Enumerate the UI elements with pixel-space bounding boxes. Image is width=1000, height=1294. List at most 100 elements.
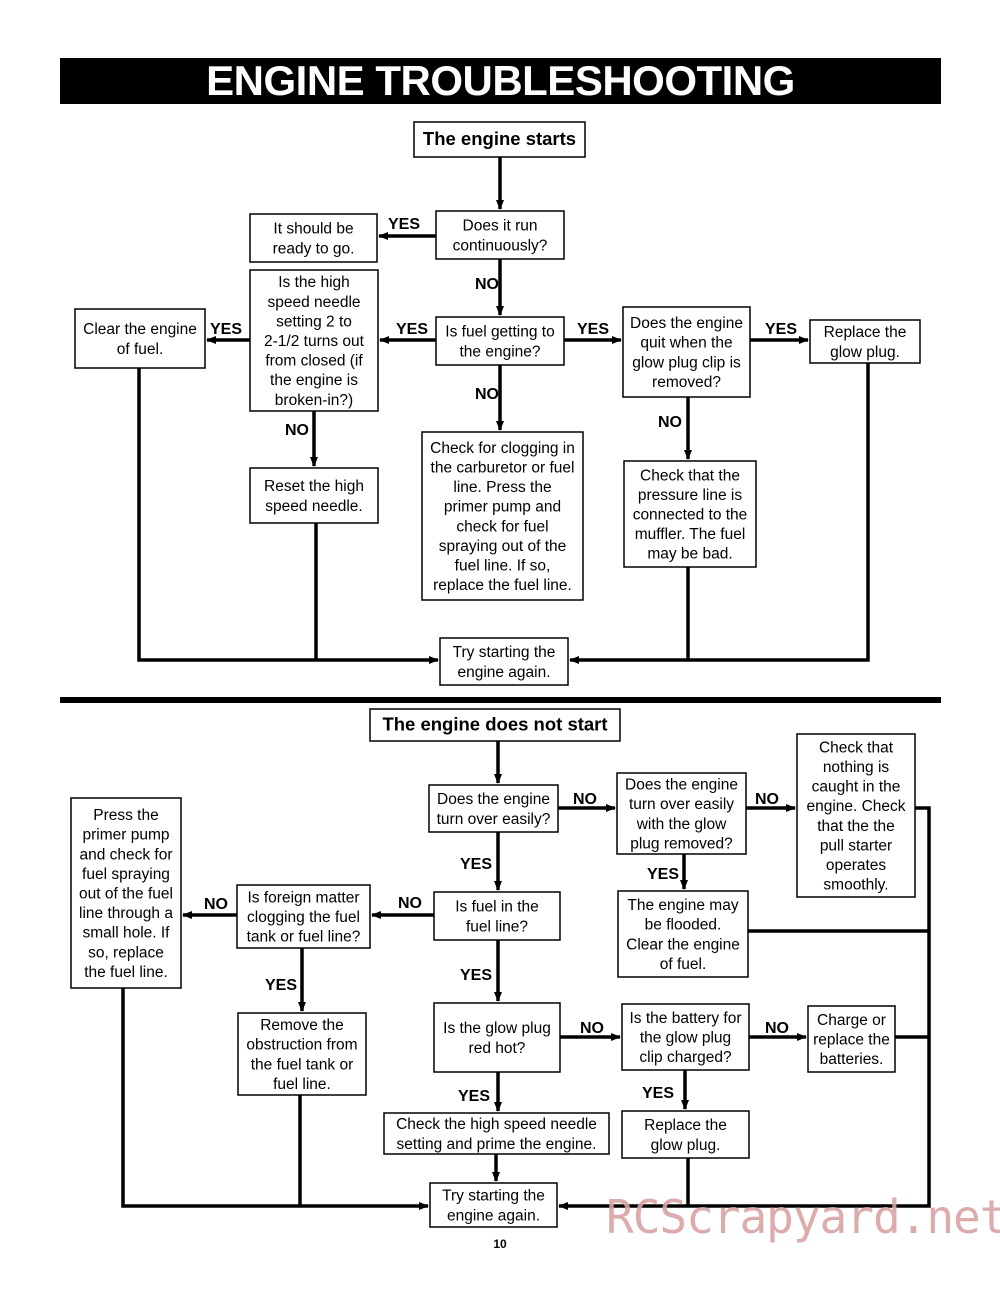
no-label: NO [475,276,499,293]
flow-box-text: Is fuel getting to [445,324,554,341]
watermark: RCScrapyard.net [606,1190,1000,1244]
flow-box: Replace the glow plug. [809,319,921,364]
flow-box-text: replace the [813,1031,890,1048]
flow-box-text: Does it run [463,218,538,235]
flow-box: Try starting the engine again. [429,1182,558,1228]
flowchart: The engine starts Does it run continuously… [70,121,931,1228]
yes-label: YES [765,321,797,338]
flow-box-text: operates [826,857,887,874]
flow-box-text: glow plug. [651,1137,721,1154]
flow-box-text: Check that the [640,467,740,484]
flow-box: Reset the high speed needle. [249,467,379,524]
flow-box-text: may be bad. [647,546,732,563]
flow-box-text: Is fuel in the [455,899,539,916]
flow-box-text: clip charged? [639,1049,732,1066]
flow-box-text: Charge or [817,1012,886,1029]
flow-box-text: engine. Check [806,798,905,815]
flow-box-text: The engine may [627,897,738,914]
flow-box-text: and check for [79,846,172,863]
flow-box-text: The engine starts [423,128,576,149]
no-label: NO [398,895,422,912]
flow-box-text: fuel line? [466,918,528,935]
flow-box-text: Try starting the [453,644,556,661]
flow-box-text: the fuel line. [84,964,168,981]
flow-box: Check the high speed needle setting and p… [383,1112,610,1155]
yes-label: YES [647,866,679,883]
flow-start-box: The engine does not start [369,708,621,742]
flow-box-text: removed? [652,374,721,391]
flow-box-text: fuel line. If so, [455,557,551,574]
flow-box-text: so, replace [88,944,164,961]
no-label: NO [204,896,228,913]
flow-box-text: plug removed? [630,835,733,852]
flow-box-text: The engine does not start [382,714,607,735]
no-label: NO [580,1020,604,1037]
flow-box-text: pressure line is [638,487,742,504]
flow-box-text: of fuel. [660,956,707,973]
yes-label: YES [265,977,297,994]
yes-label: YES [460,967,492,984]
no-label: NO [573,791,597,808]
flow-box-text: connected to the [633,506,748,523]
yes-label: YES [460,856,492,873]
flow-box-text: speed needle [267,294,360,311]
flow-box: The engine may be flooded. Clear the engin… [617,890,749,978]
flow-box: Does the engine turn over easily with the … [616,772,747,855]
flow-box-text: from closed (if [265,353,363,370]
no-label: NO [475,386,499,403]
flow-box-text: Does the engine [630,315,743,332]
flow-box: Is fuel in the fuel line? [433,891,561,941]
no-label: NO [285,422,309,439]
flow-box-text: caught in the [812,779,901,796]
yes-label: YES [388,216,420,233]
flow-box-text: Is the glow plug [443,1020,551,1037]
flow-box-text: Is foreign matter [248,889,360,906]
flow-box-text: clogging the fuel [247,909,360,926]
flow-box-text: primer pump and [444,499,561,516]
flow-box-text: speed needle. [265,498,362,515]
flow-box-text: Try starting the [442,1188,545,1205]
flow-box-text: engine again. [447,1207,540,1224]
flow-box-text: nothing is [823,759,890,776]
flow-box-text: Clear the engine [83,321,197,338]
flow-box: Charge or replace the batteries. [807,1005,896,1073]
flow-box-text: primer pump [83,827,170,844]
yes-label: YES [396,321,428,338]
flow-box-text: of fuel. [117,341,164,358]
flow-box: Check that nothing is caught in the engine.… [796,733,916,898]
flow-box-text: fuel line. [273,1076,331,1093]
flow-box-text: red hot? [469,1040,526,1057]
flow-box-text: out of the fuel [79,885,173,902]
flow-box: Check that the pressure line is connected … [623,460,757,568]
flow-box-text: Check that [819,739,894,756]
flow-box-text: Does the engine [437,791,550,808]
yes-label: YES [642,1085,674,1102]
yes-label: YES [210,321,242,338]
flow-box-text: ready to go. [273,240,355,257]
flow-box-text: Is the high [278,274,350,291]
flow-box: Clear the engine of fuel. [74,308,206,369]
flow-box-text: batteries. [820,1051,884,1068]
flow-box: Does it run continuously? [435,210,565,260]
no-label: NO [658,414,682,431]
flow-box-text: 2-1/2 turns out [264,333,365,350]
flow-box-text: Clear the engine [626,936,740,953]
flow-box: Is the battery for the glow plug clip char… [621,1003,750,1071]
flow-box-text: engine again. [457,664,550,681]
flow-box-text: with the glow [636,816,727,833]
flow-box-text: line. Press the [453,479,551,496]
flow-box-text: the fuel tank or [251,1056,354,1073]
flow-box-text: turn over easily [629,796,734,813]
flow-box: Is the high speed needle setting 2 to 2-1/2… [249,269,379,412]
flow-box-text: quit when the [640,335,732,352]
flow-box-text: continuously? [453,237,548,254]
flow-box-text: small hole. If [82,925,170,942]
flow-box-text: replace the fuel line. [433,577,572,594]
flow-box-text: Reset the high [264,478,364,495]
flow-box-text: fuel spraying [82,866,170,883]
flow-box: Does the engine turn over easily? [428,784,559,833]
flow-box-text: Press the [93,807,158,824]
flow-box-text: Does the engine [625,777,738,794]
flow-start-box: The engine starts [413,121,586,158]
flow-box: Replace the glow plug. [621,1110,750,1159]
